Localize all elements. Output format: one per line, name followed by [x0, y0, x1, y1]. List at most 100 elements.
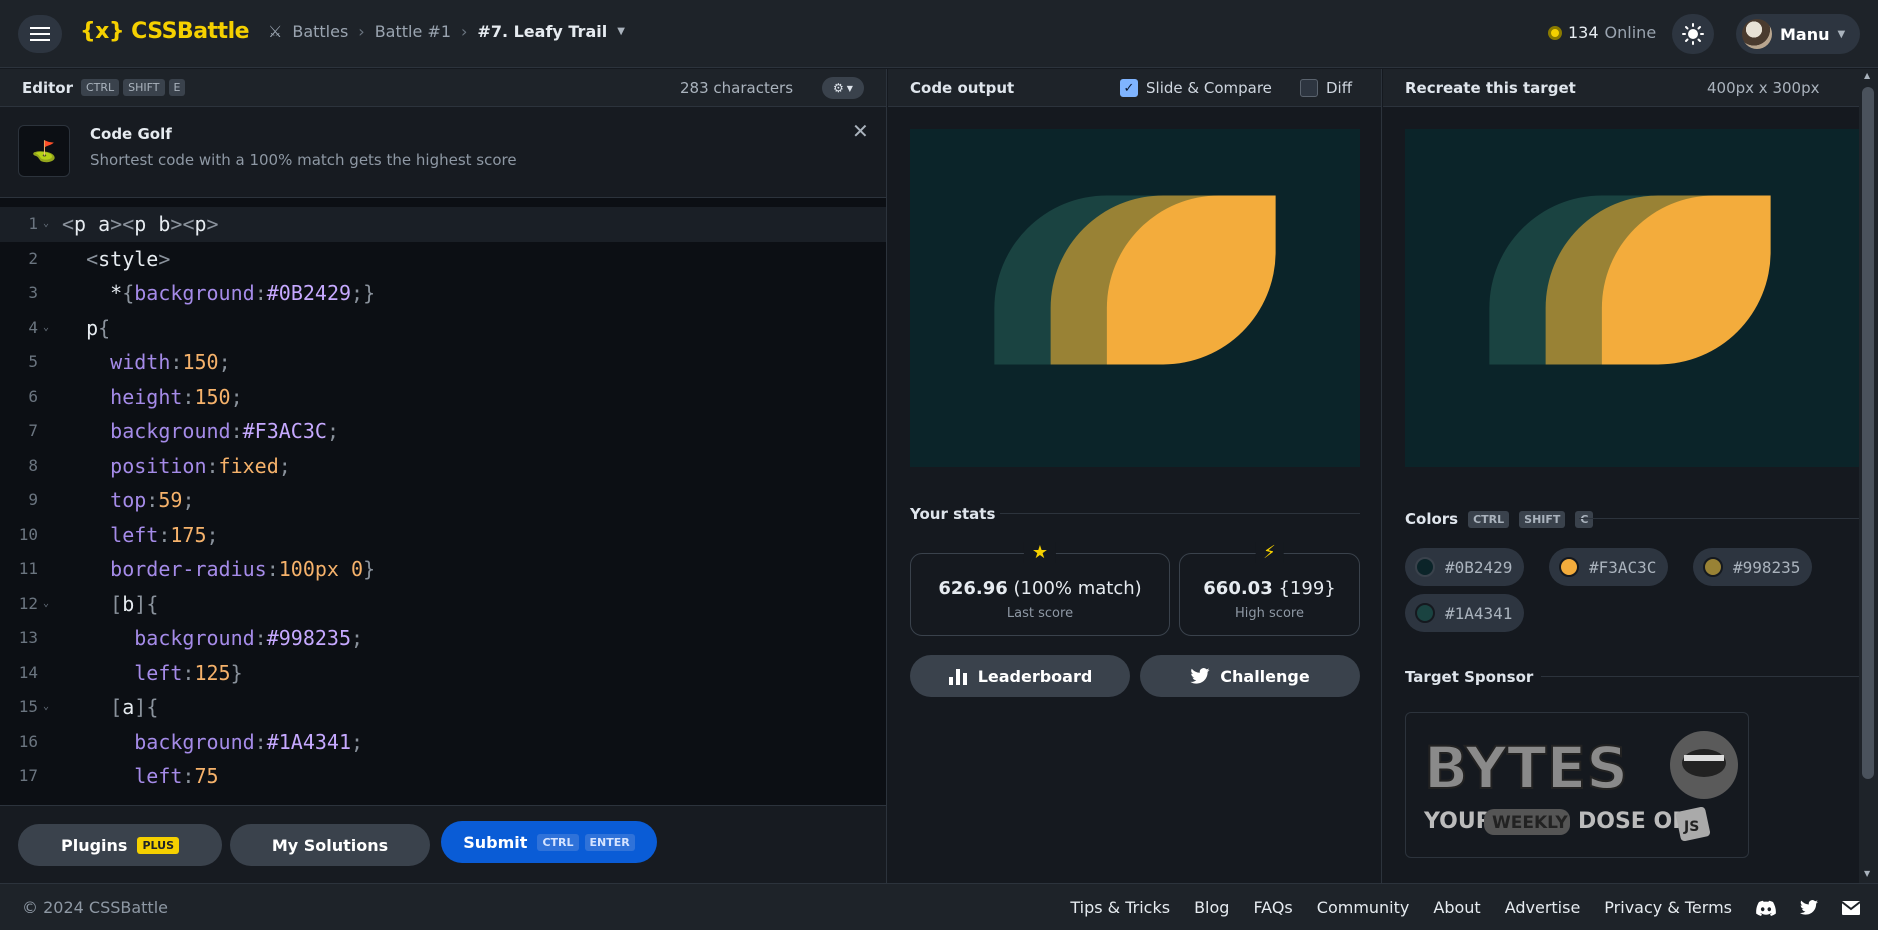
- chevron-down-icon: ▼: [1837, 28, 1846, 40]
- challenge-button[interactable]: Challenge: [1140, 655, 1360, 697]
- code-line[interactable]: 11 border-radius:100px 0}: [0, 552, 886, 587]
- plus-badge: PLUS: [137, 836, 179, 854]
- last-score-value: 626.96: [938, 578, 1008, 599]
- footer-link-community[interactable]: Community: [1317, 898, 1410, 917]
- svg-text:BYTES: BYTES: [1424, 734, 1628, 802]
- code-line[interactable]: 5 width:150;: [0, 345, 886, 380]
- line-number: 9: [28, 490, 38, 509]
- code-line[interactable]: 1 ⌄ <p a><p b><p>: [0, 207, 886, 242]
- submit-button[interactable]: Submit CTRL ENTER: [441, 821, 657, 863]
- golf-flag-icon: ⛳: [18, 125, 70, 177]
- output-panel: Code output ✓ Slide & Compare Diff Your …: [888, 69, 1382, 883]
- golf-title: Code Golf: [90, 125, 172, 143]
- code-line[interactable]: 7 background:#F3AC3C;: [0, 414, 886, 449]
- scrollbar[interactable]: ▲ ▼: [1859, 69, 1878, 883]
- code-text: border-radius:100px 0}: [110, 557, 376, 581]
- my-solutions-button[interactable]: My Solutions: [230, 824, 430, 866]
- code-line[interactable]: 3 *{background:#0B2429;}: [0, 276, 886, 311]
- hamburger-menu-button[interactable]: [18, 15, 62, 53]
- code-line[interactable]: 13 background:#998235;: [0, 621, 886, 656]
- footer: © 2024 CSSBattle Tips & Tricks Blog FAQs…: [0, 883, 1878, 930]
- code-line[interactable]: 14 left:125}: [0, 656, 886, 691]
- scrollbar-thumb[interactable]: [1862, 87, 1874, 779]
- code-line[interactable]: 12 ⌄ [b]{: [0, 587, 886, 622]
- code-text: <style>: [86, 246, 171, 271]
- discord-icon[interactable]: [1756, 900, 1776, 916]
- plugins-button[interactable]: Plugins PLUS: [18, 824, 222, 866]
- online-status: 134 Online: [1548, 23, 1656, 42]
- line-number: 5: [28, 352, 38, 371]
- code-line[interactable]: 6 height:150;: [0, 380, 886, 415]
- user-name: Manu: [1780, 24, 1830, 44]
- coin-icon: [1548, 25, 1562, 40]
- sponsor-title: Target Sponsor: [1405, 668, 1534, 686]
- cssbattle-logo[interactable]: {x} CSSBattle: [80, 19, 250, 44]
- output-header: Code output ✓ Slide & Compare Diff: [888, 69, 1381, 107]
- code-text: height:150;: [110, 384, 243, 409]
- avatar: [1742, 19, 1772, 49]
- footer-link-blog[interactable]: Blog: [1194, 898, 1229, 917]
- theme-toggle-button[interactable]: [1672, 14, 1714, 54]
- code-text: left:125}: [134, 660, 243, 685]
- code-line[interactable]: 16 background:#1A4341;: [0, 725, 886, 760]
- shortcut-key: SHIFT: [1519, 510, 1566, 528]
- target-render: [1489, 195, 1771, 365]
- breadcrumb: ⚔ Battles › Battle #1 › #7. Leafy Trail …: [268, 22, 625, 41]
- breadcrumb-separator: ›: [461, 22, 468, 41]
- fold-chevron-icon[interactable]: ⌄: [43, 690, 49, 725]
- divider: [1579, 518, 1859, 519]
- code-line[interactable]: 15 ⌄ [a]{: [0, 690, 886, 725]
- footer-link-faqs[interactable]: FAQs: [1253, 898, 1292, 917]
- plugins-label: Plugins: [61, 835, 128, 855]
- last-score-card: ★ 626.96 (100% match) Last score: [910, 542, 1170, 636]
- target-size: 400px x 300px: [1707, 79, 1820, 97]
- mail-icon[interactable]: [1842, 900, 1860, 915]
- leaderboard-button[interactable]: Leaderboard: [910, 655, 1130, 697]
- shortcut-key: SHIFT: [123, 79, 165, 96]
- close-icon[interactable]: ✕: [852, 119, 869, 143]
- footer-link-about[interactable]: About: [1433, 898, 1480, 917]
- line-number: 7: [28, 421, 38, 440]
- fold-chevron-icon[interactable]: ⌄: [43, 207, 49, 242]
- code-line[interactable]: 8 position:fixed;: [0, 449, 886, 484]
- diff-toggle[interactable]: Diff: [1300, 79, 1352, 97]
- target-title: Recreate this target: [1405, 79, 1576, 97]
- breadcrumb-battle[interactable]: Battle #1: [375, 22, 451, 41]
- fold-chevron-icon[interactable]: ⌄: [43, 311, 49, 346]
- color-dot: [1703, 557, 1723, 577]
- footer-link-tips[interactable]: Tips & Tricks: [1070, 898, 1170, 917]
- color-dot: [1559, 557, 1579, 577]
- breadcrumb-target[interactable]: #7. Leafy Trail: [477, 22, 607, 41]
- slide-compare-toggle[interactable]: ✓ Slide & Compare: [1120, 79, 1272, 97]
- breadcrumb-battles[interactable]: Battles: [292, 22, 348, 41]
- svg-text:JS: JS: [1683, 819, 1699, 835]
- sponsor-banner[interactable]: BYTES YOUR WEEKLY DOSE OF JS: [1405, 712, 1749, 858]
- scroll-up-icon[interactable]: ▲: [1864, 71, 1870, 80]
- code-line[interactable]: 4 ⌄ p{: [0, 311, 886, 346]
- chevron-down-icon[interactable]: ▼: [617, 26, 625, 37]
- color-swatch[interactable]: #998235: [1693, 548, 1813, 586]
- fold-chevron-icon[interactable]: ⌄: [43, 587, 49, 622]
- checkbox-checked-icon[interactable]: ✓: [1120, 79, 1138, 97]
- twitter-icon[interactable]: [1800, 900, 1818, 915]
- last-score-label: Last score: [1006, 606, 1074, 621]
- color-swatch[interactable]: #F3AC3C: [1549, 548, 1669, 586]
- code-editor[interactable]: 1 ⌄ <p a><p b><p> 2 <style> 3 *{background:#…: [0, 207, 886, 805]
- code-text: background:#F3AC3C;: [110, 419, 339, 443]
- color-swatch[interactable]: #0B2429: [1405, 548, 1525, 586]
- code-line[interactable]: 10 left:175;: [0, 518, 886, 553]
- footer-link-advertise[interactable]: Advertise: [1505, 898, 1581, 917]
- code-text: *{background:#0B2429;}: [62, 281, 376, 305]
- online-count: 134: [1568, 23, 1599, 42]
- scroll-down-icon[interactable]: ▼: [1864, 869, 1870, 878]
- color-swatch[interactable]: #1A4341: [1405, 594, 1525, 632]
- user-menu-button[interactable]: Manu ▼: [1736, 14, 1860, 54]
- editor-settings-button[interactable]: ⚙ ▼: [822, 77, 864, 99]
- code-line[interactable]: 2 <style>: [0, 242, 886, 277]
- code-line[interactable]: 9 top:59;: [0, 483, 886, 518]
- star-icon: ★: [1023, 542, 1057, 563]
- code-output-canvas[interactable]: [910, 129, 1360, 467]
- checkbox-unchecked-icon[interactable]: [1300, 79, 1318, 97]
- code-line[interactable]: 17 left:75: [0, 759, 886, 794]
- footer-link-privacy[interactable]: Privacy & Terms: [1604, 898, 1732, 917]
